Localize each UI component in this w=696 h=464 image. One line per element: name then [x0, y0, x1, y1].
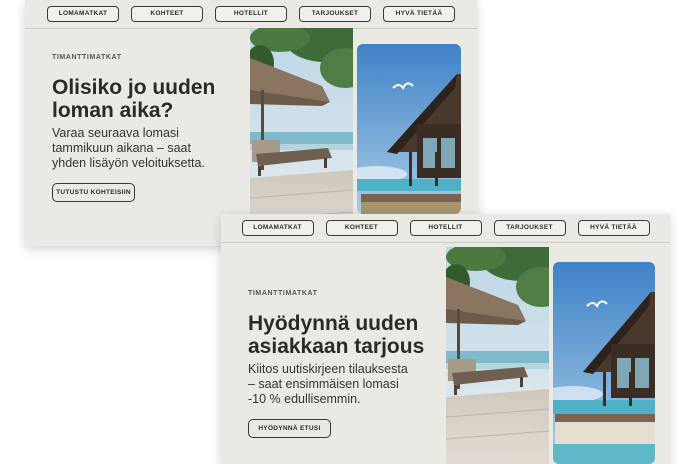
body-line-2: – saat ensimmäisen lomasi — [248, 377, 399, 391]
brand-eyebrow: TIMANTTIMATKAT — [248, 290, 318, 297]
body-line-2: tammikuun aikana – saat — [52, 141, 191, 155]
body-text: Kiitos uutiskirjeen tilauksesta – saat e… — [248, 362, 408, 407]
cta-button[interactable]: HYÖDYNNÄ ETUSI — [248, 419, 331, 438]
nav-kohteet[interactable]: KOHTEET — [325, 220, 398, 236]
headline-line-2: loman aika? — [52, 99, 174, 122]
email-preview-card-2: LOMAMATKAT KOHTEET HOTELLIT TARJOUKSET H… — [221, 214, 670, 464]
nav-tarjoukset[interactable]: TARJOUKSET — [299, 6, 371, 22]
body-line-3: yhden lisäyön veloituksetta. — [52, 156, 205, 170]
nav-hyva-tietaa[interactable]: HYVÄ TIETÄÄ — [383, 6, 455, 22]
cta-button[interactable]: TUTUSTU KOHTEISIIN — [52, 183, 135, 202]
body-line-1: Varaa seuraava lomasi — [52, 126, 179, 140]
bungalow-photo — [553, 262, 655, 464]
nav-hotellit[interactable]: HOTELLIT — [215, 6, 287, 22]
nav-lomamatkat[interactable]: LOMAMATKAT — [47, 6, 119, 22]
nav-hyva-tietaa[interactable]: HYVÄ TIETÄÄ — [577, 220, 650, 236]
nav-bar: LOMAMATKAT KOHTEET HOTELLIT TARJOUKSET H… — [221, 214, 670, 243]
headline: Hyödynnä uuden asiakkaan tarjous — [248, 312, 424, 358]
headline-line-2: asiakkaan tarjous — [248, 335, 425, 358]
nav-kohteet[interactable]: KOHTEET — [131, 6, 203, 22]
nav-bar: LOMAMATKAT KOHTEET HOTELLIT TARJOUKSET H… — [25, 0, 477, 29]
body-line-1: Kiitos uutiskirjeen tilauksesta — [248, 362, 408, 376]
nav-tarjoukset[interactable]: TARJOUKSET — [493, 220, 566, 236]
body-text: Varaa seuraava lomasi tammikuun aikana –… — [52, 126, 205, 171]
body-line-3: -10 % edullisemmin. — [248, 392, 361, 406]
nav-lomamatkat[interactable]: LOMAMATKAT — [241, 220, 314, 236]
bungalow-photo — [357, 44, 461, 214]
brand-eyebrow: TIMANTTIMATKAT — [52, 54, 122, 61]
beach-photo — [446, 247, 549, 464]
headline-line-1: Olisiko jo uuden — [52, 76, 216, 99]
nav-hotellit[interactable]: HOTELLIT — [409, 220, 482, 236]
headline-line-1: Hyödynnä uuden — [248, 312, 419, 335]
email-preview-card-1: LOMAMATKAT KOHTEET HOTELLIT TARJOUKSET H… — [25, 0, 477, 246]
headline: Olisiko jo uuden loman aika? — [52, 76, 215, 122]
